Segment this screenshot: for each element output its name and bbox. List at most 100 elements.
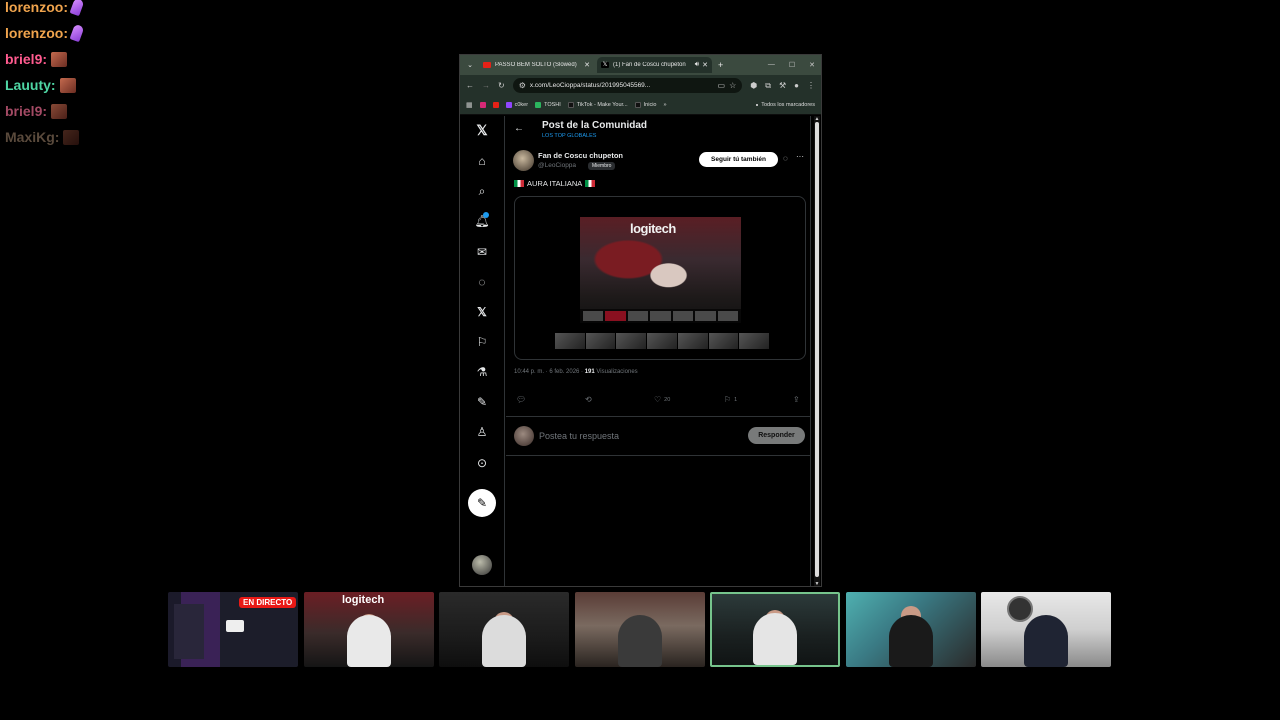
repost-action[interactable]: ⟲ xyxy=(585,395,592,404)
speaker-icon[interactable]: 🔊︎ xyxy=(695,61,699,69)
home-icon[interactable]: ⌂ xyxy=(474,153,490,169)
bookmarks-overflow-icon[interactable]: » xyxy=(664,102,667,108)
minimize-button[interactable]: — xyxy=(768,61,775,69)
cam-7[interactable] xyxy=(981,592,1111,667)
stream-canvas: { "chat": { "messages": [ {"user": "lore… xyxy=(0,0,1280,720)
close-icon[interactable]: ✕ xyxy=(702,61,708,69)
profile-icon[interactable]: ♙ xyxy=(474,424,490,440)
x-logo-icon[interactable]: 𝕏 xyxy=(474,122,490,138)
face-emote-icon xyxy=(59,77,76,93)
shield-icon[interactable]: ⬢ xyxy=(750,81,757,90)
tab-passo-bem-solto[interactable]: PASSO BEM SOLTO (Slowed) ✕ xyxy=(479,57,594,73)
grok-icon[interactable]: ◌ xyxy=(783,154,788,163)
author-handle[interactable]: @LeoCioppa xyxy=(538,162,576,169)
edit-icon[interactable]: ✎ xyxy=(474,394,490,410)
follow-button[interactable]: Seguir tú también xyxy=(699,152,778,167)
scrollbar-thumb[interactable] xyxy=(815,122,819,577)
chat-username[interactable]: lorenzoo: xyxy=(5,25,68,41)
reload-icon[interactable]: ↻ xyxy=(498,81,505,90)
more-options-icon[interactable]: ··· xyxy=(796,152,804,161)
post-media[interactable]: logitech xyxy=(514,196,806,360)
cam-6[interactable] xyxy=(846,592,976,667)
reply-icon: 💬︎ xyxy=(516,395,527,404)
bookmark-tiktok[interactable]: TikTok - Make Your... xyxy=(567,102,628,108)
labs-icon[interactable]: ⚗ xyxy=(474,364,490,380)
cam-3[interactable] xyxy=(439,592,569,667)
close-window-button[interactable]: ✕ xyxy=(809,61,815,69)
apps-icon[interactable]: ▦ xyxy=(466,101,473,109)
reply-action[interactable]: 💬︎ xyxy=(516,395,526,404)
bookmark-c0ker[interactable]: c0ker xyxy=(505,102,528,108)
cam-2[interactable]: logitech xyxy=(304,592,434,667)
bookmark-instagram[interactable] xyxy=(479,102,486,108)
tab-search-icon[interactable]: ⌄ xyxy=(464,61,476,69)
author-name[interactable]: Fan de Coscu chupeton xyxy=(538,151,623,160)
back-icon[interactable]: ← xyxy=(466,81,474,90)
address-bar[interactable]: ⚙︎ x.com/LeoCioppa/status/201995045569..… xyxy=(512,78,743,93)
profile-icon[interactable]: ● xyxy=(794,81,799,90)
like-action[interactable]: ♡ 20 xyxy=(654,395,670,404)
x-page: 𝕏 ⌂ ⌕ 🔔︎ ✉ ◌ 𝕏 ⚐ ⚗ ✎ ♙ ⊙ ✎ ← Post de la … xyxy=(460,116,821,586)
reply-composer: Postea tu respuesta Responder xyxy=(506,416,811,456)
browser-toolbar: ← → ↻ ⚙︎ x.com/LeoCioppa/status/20199504… xyxy=(460,75,821,96)
compose-post-button[interactable]: ✎ xyxy=(468,489,496,517)
my-avatar xyxy=(514,426,534,446)
face-emote-icon xyxy=(63,129,80,145)
forward-icon[interactable]: → xyxy=(482,81,490,90)
youtube-icon xyxy=(483,62,491,68)
scrollbar[interactable]: ▲ ▼ xyxy=(814,116,820,586)
search-icon[interactable]: ⌕ xyxy=(474,183,490,199)
bookmark-toshi[interactable]: TOSHI xyxy=(535,102,561,108)
twitch-icon xyxy=(505,102,512,108)
reply-button[interactable]: Responder xyxy=(748,427,805,444)
bookmark-action[interactable]: ⚐ 1 xyxy=(724,395,737,404)
chat-username[interactable]: briel9: xyxy=(5,51,47,67)
new-tab-button[interactable]: + xyxy=(718,60,723,70)
cam-screen-share[interactable]: EN DIRECTO xyxy=(168,592,298,667)
more-icon[interactable]: ⊙ xyxy=(474,455,490,471)
menu-icon[interactable]: ⋮ xyxy=(807,81,815,90)
messages-icon[interactable]: ✉ xyxy=(474,244,490,260)
chat-username[interactable]: lorenzoo: xyxy=(5,0,68,15)
media-thumbnails[interactable] xyxy=(555,333,770,349)
share-icon: ⇪ xyxy=(793,395,800,404)
extensions-icon[interactable]: ⧉ xyxy=(765,81,771,91)
feather-emote-icon xyxy=(69,23,85,43)
reply-input[interactable]: Postea tu respuesta xyxy=(539,431,619,441)
account-avatar[interactable] xyxy=(472,555,492,575)
post-meta: 10:44 p. m. · 6 feb. 2026 · 191 Visualiz… xyxy=(514,369,638,375)
chat-username[interactable]: Lauuty: xyxy=(5,77,56,93)
tiktok-icon xyxy=(567,102,574,108)
share-action[interactable]: ⇪ xyxy=(793,395,800,404)
premium-x-icon[interactable]: 𝕏 xyxy=(474,304,490,320)
maximize-button[interactable]: ☐ xyxy=(789,61,795,69)
site-info-icon[interactable]: ⚙︎ xyxy=(519,81,526,90)
author-avatar[interactable] xyxy=(513,150,534,171)
bookmark-youtube[interactable] xyxy=(492,102,499,108)
scroll-down-icon[interactable]: ▼ xyxy=(814,581,820,586)
bookmark-icon: ⚐ xyxy=(724,395,732,404)
italy-flag-icon xyxy=(514,180,524,187)
grok-icon[interactable]: ◌ xyxy=(474,274,490,290)
face-emote-icon xyxy=(51,51,68,67)
community-name[interactable]: LOS TOP GLOBALES xyxy=(542,133,596,139)
cast-icon[interactable]: ▭ xyxy=(718,81,726,90)
back-arrow-icon[interactable]: ← xyxy=(514,123,524,134)
bookmarks-icon[interactable]: ⚐ xyxy=(474,334,490,350)
cam-5-active[interactable] xyxy=(710,592,840,667)
feather-emote-icon xyxy=(69,0,85,17)
tab-bar: ⌄ PASSO BEM SOLTO (Slowed) ✕ 𝕏 (1) Fan d… xyxy=(460,55,821,75)
tab-fan-de-coscu[interactable]: 𝕏 (1) Fan de Coscu chupeton 🔊︎ ✕ xyxy=(597,57,712,73)
cam-4[interactable] xyxy=(575,592,705,667)
all-bookmarks[interactable]: Todos los marcadores xyxy=(756,102,815,108)
tools-icon[interactable]: ⚒ xyxy=(779,81,786,90)
chat-username[interactable]: MaxiKg: xyxy=(5,129,59,145)
x-logo-icon xyxy=(634,102,641,108)
close-icon[interactable]: ✕ xyxy=(584,61,590,69)
bookmark-inicio[interactable]: Inicio xyxy=(634,102,657,108)
window-controls: — ☐ ✕ xyxy=(768,61,821,69)
video-player[interactable]: logitech xyxy=(580,217,741,323)
chat-username[interactable]: briel9: xyxy=(5,103,47,119)
star-icon[interactable]: ☆ xyxy=(729,81,736,90)
page-title: Post de la Comunidad xyxy=(542,120,648,131)
